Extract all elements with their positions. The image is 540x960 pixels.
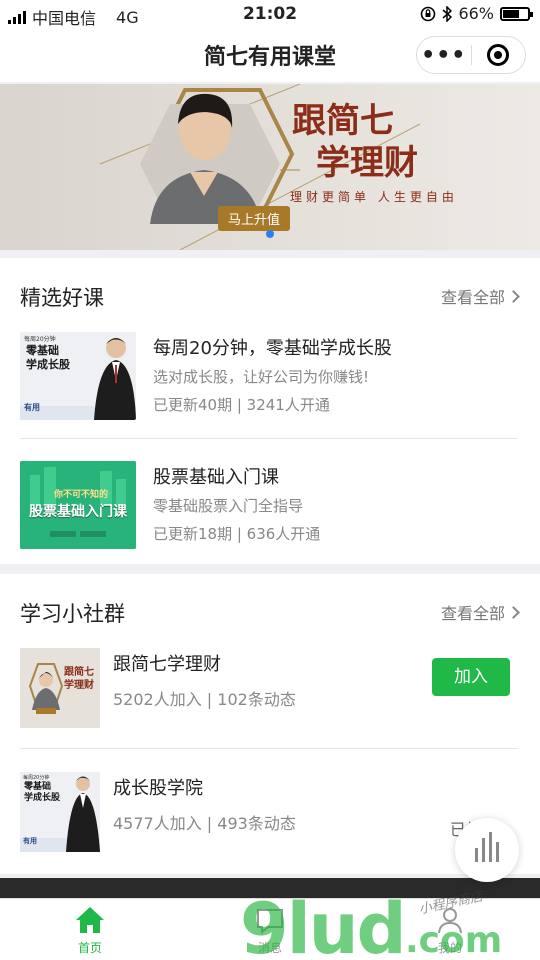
tab-home[interactable]: 首页: [0, 899, 180, 960]
close-mini-program-button[interactable]: [471, 44, 525, 66]
divider: [20, 438, 518, 439]
equalizer-bar: [489, 832, 492, 862]
groups-header: 学习小社群 查看全部: [20, 598, 520, 628]
thumb-brand-text: 有用: [23, 837, 37, 845]
audio-player-float-button[interactable]: [455, 818, 519, 882]
featured-header: 精选好课 查看全部: [20, 282, 520, 312]
course-item[interactable]: 每周20分钟 零基础 学成长股 有用 每周20分钟，零基础学成长股 选对成长股，…: [20, 332, 518, 432]
group-item[interactable]: 每周20分钟 零基础 学成长股 有用 成长股学院 4577人加入 | 493条动…: [20, 772, 518, 852]
home-icon: [76, 907, 104, 933]
navigation-bar: 简七有用课堂 •••: [0, 30, 540, 82]
group-thumbnail: 跟简七 学理财: [20, 648, 100, 728]
mini-program-capsule: •••: [416, 36, 526, 74]
banner-badge: 马上升值: [218, 206, 291, 231]
thumb-main-text: 零基础 学成长股: [24, 782, 61, 803]
thumb-brand-text: 有用: [24, 403, 40, 412]
chevron-right-icon: [507, 289, 520, 303]
chevron-right-icon: [507, 605, 520, 619]
thumb-top-text: 你不可不知的: [54, 490, 109, 500]
carousel-indicator: [266, 230, 274, 238]
battery-percent: 66%: [458, 4, 494, 23]
view-all-label: 查看全部: [440, 604, 505, 623]
divider: [20, 748, 518, 749]
more-menu-button[interactable]: •••: [417, 43, 471, 68]
equalizer-bar: [475, 848, 478, 862]
promo-banner[interactable]: 跟简七 学理财 理财更简单 人生更自由 马上升值: [0, 84, 540, 250]
group-thumbnail: 每周20分钟 零基础 学成长股 有用: [20, 772, 100, 852]
thumb-top-text: 每周20分钟: [23, 775, 50, 781]
course-stats: 已更新18期 | 636人开通: [153, 525, 321, 543]
battery-icon: [500, 6, 533, 21]
course-thumbnail: 你不可不知的 股票基础入门课: [20, 461, 136, 549]
featured-courses-section: 精选好课 查看全部 每周20分钟 零基础 学成长股 有用 每周20分钟，零基础学…: [0, 258, 540, 564]
course-title: 股票基础入门课: [153, 467, 279, 488]
status-bar: 中国电信 4G 21:02 66%: [0, 0, 540, 30]
course-description: 零基础股票入门全指导: [153, 497, 304, 515]
orientation-lock-icon: [421, 6, 436, 21]
thumb-main-text: 跟简七 学理财: [64, 667, 94, 691]
course-item[interactable]: 你不可不知的 股票基础入门课 股票基础入门课 零基础股票入门全指导 已更新18期…: [20, 461, 518, 561]
bluetooth-icon: [442, 5, 453, 22]
group-item[interactable]: 跟简七 学理财 跟简七学理财 5202人加入 | 102条动态 加入: [20, 648, 518, 728]
thumb-top-text: 每周20分钟: [24, 336, 56, 343]
group-stats: 4577人加入 | 493条动态: [113, 814, 296, 833]
watermark: 9lud: [240, 888, 407, 960]
equalizer-bar: [496, 842, 499, 862]
equalizer-bar: [482, 838, 485, 862]
tab-label: 首页: [77, 941, 102, 955]
course-title: 每周20分钟，零基础学成长股: [153, 338, 392, 359]
view-all-groups-link[interactable]: 查看全部: [440, 600, 520, 624]
view-all-courses-link[interactable]: 查看全部: [440, 284, 520, 308]
banner-headline-line2: 学理财: [316, 143, 418, 183]
banner-headline: 跟简七 学理财: [292, 100, 418, 184]
course-description: 选对成长股，让好公司为你赚钱!: [153, 368, 370, 386]
watermark-suffix: .com: [405, 920, 503, 960]
view-all-label: 查看全部: [440, 288, 505, 307]
thumb-main-text: 股票基础入门课: [29, 504, 127, 520]
course-thumbnail: 每周20分钟 零基础 学成长股 有用: [20, 332, 136, 420]
join-button[interactable]: 加入: [432, 658, 510, 696]
group-name: 跟简七学理财: [113, 654, 221, 675]
thumb-main-text: 零基础 学成长股: [26, 344, 70, 371]
study-groups-section: 学习小社群 查看全部 跟简七 学理财 跟简七学理财 5202人加入 | 102条…: [0, 574, 540, 874]
banner-subtitle: 理财更简单 人生更自由: [290, 190, 458, 204]
group-stats: 5202人加入 | 102条动态: [113, 690, 296, 709]
course-stats: 已更新40期 | 3241人开通: [153, 396, 330, 414]
group-name: 成长股学院: [113, 778, 203, 799]
close-target-icon: [487, 44, 510, 66]
banner-headline-line1: 跟简七: [292, 101, 394, 141]
